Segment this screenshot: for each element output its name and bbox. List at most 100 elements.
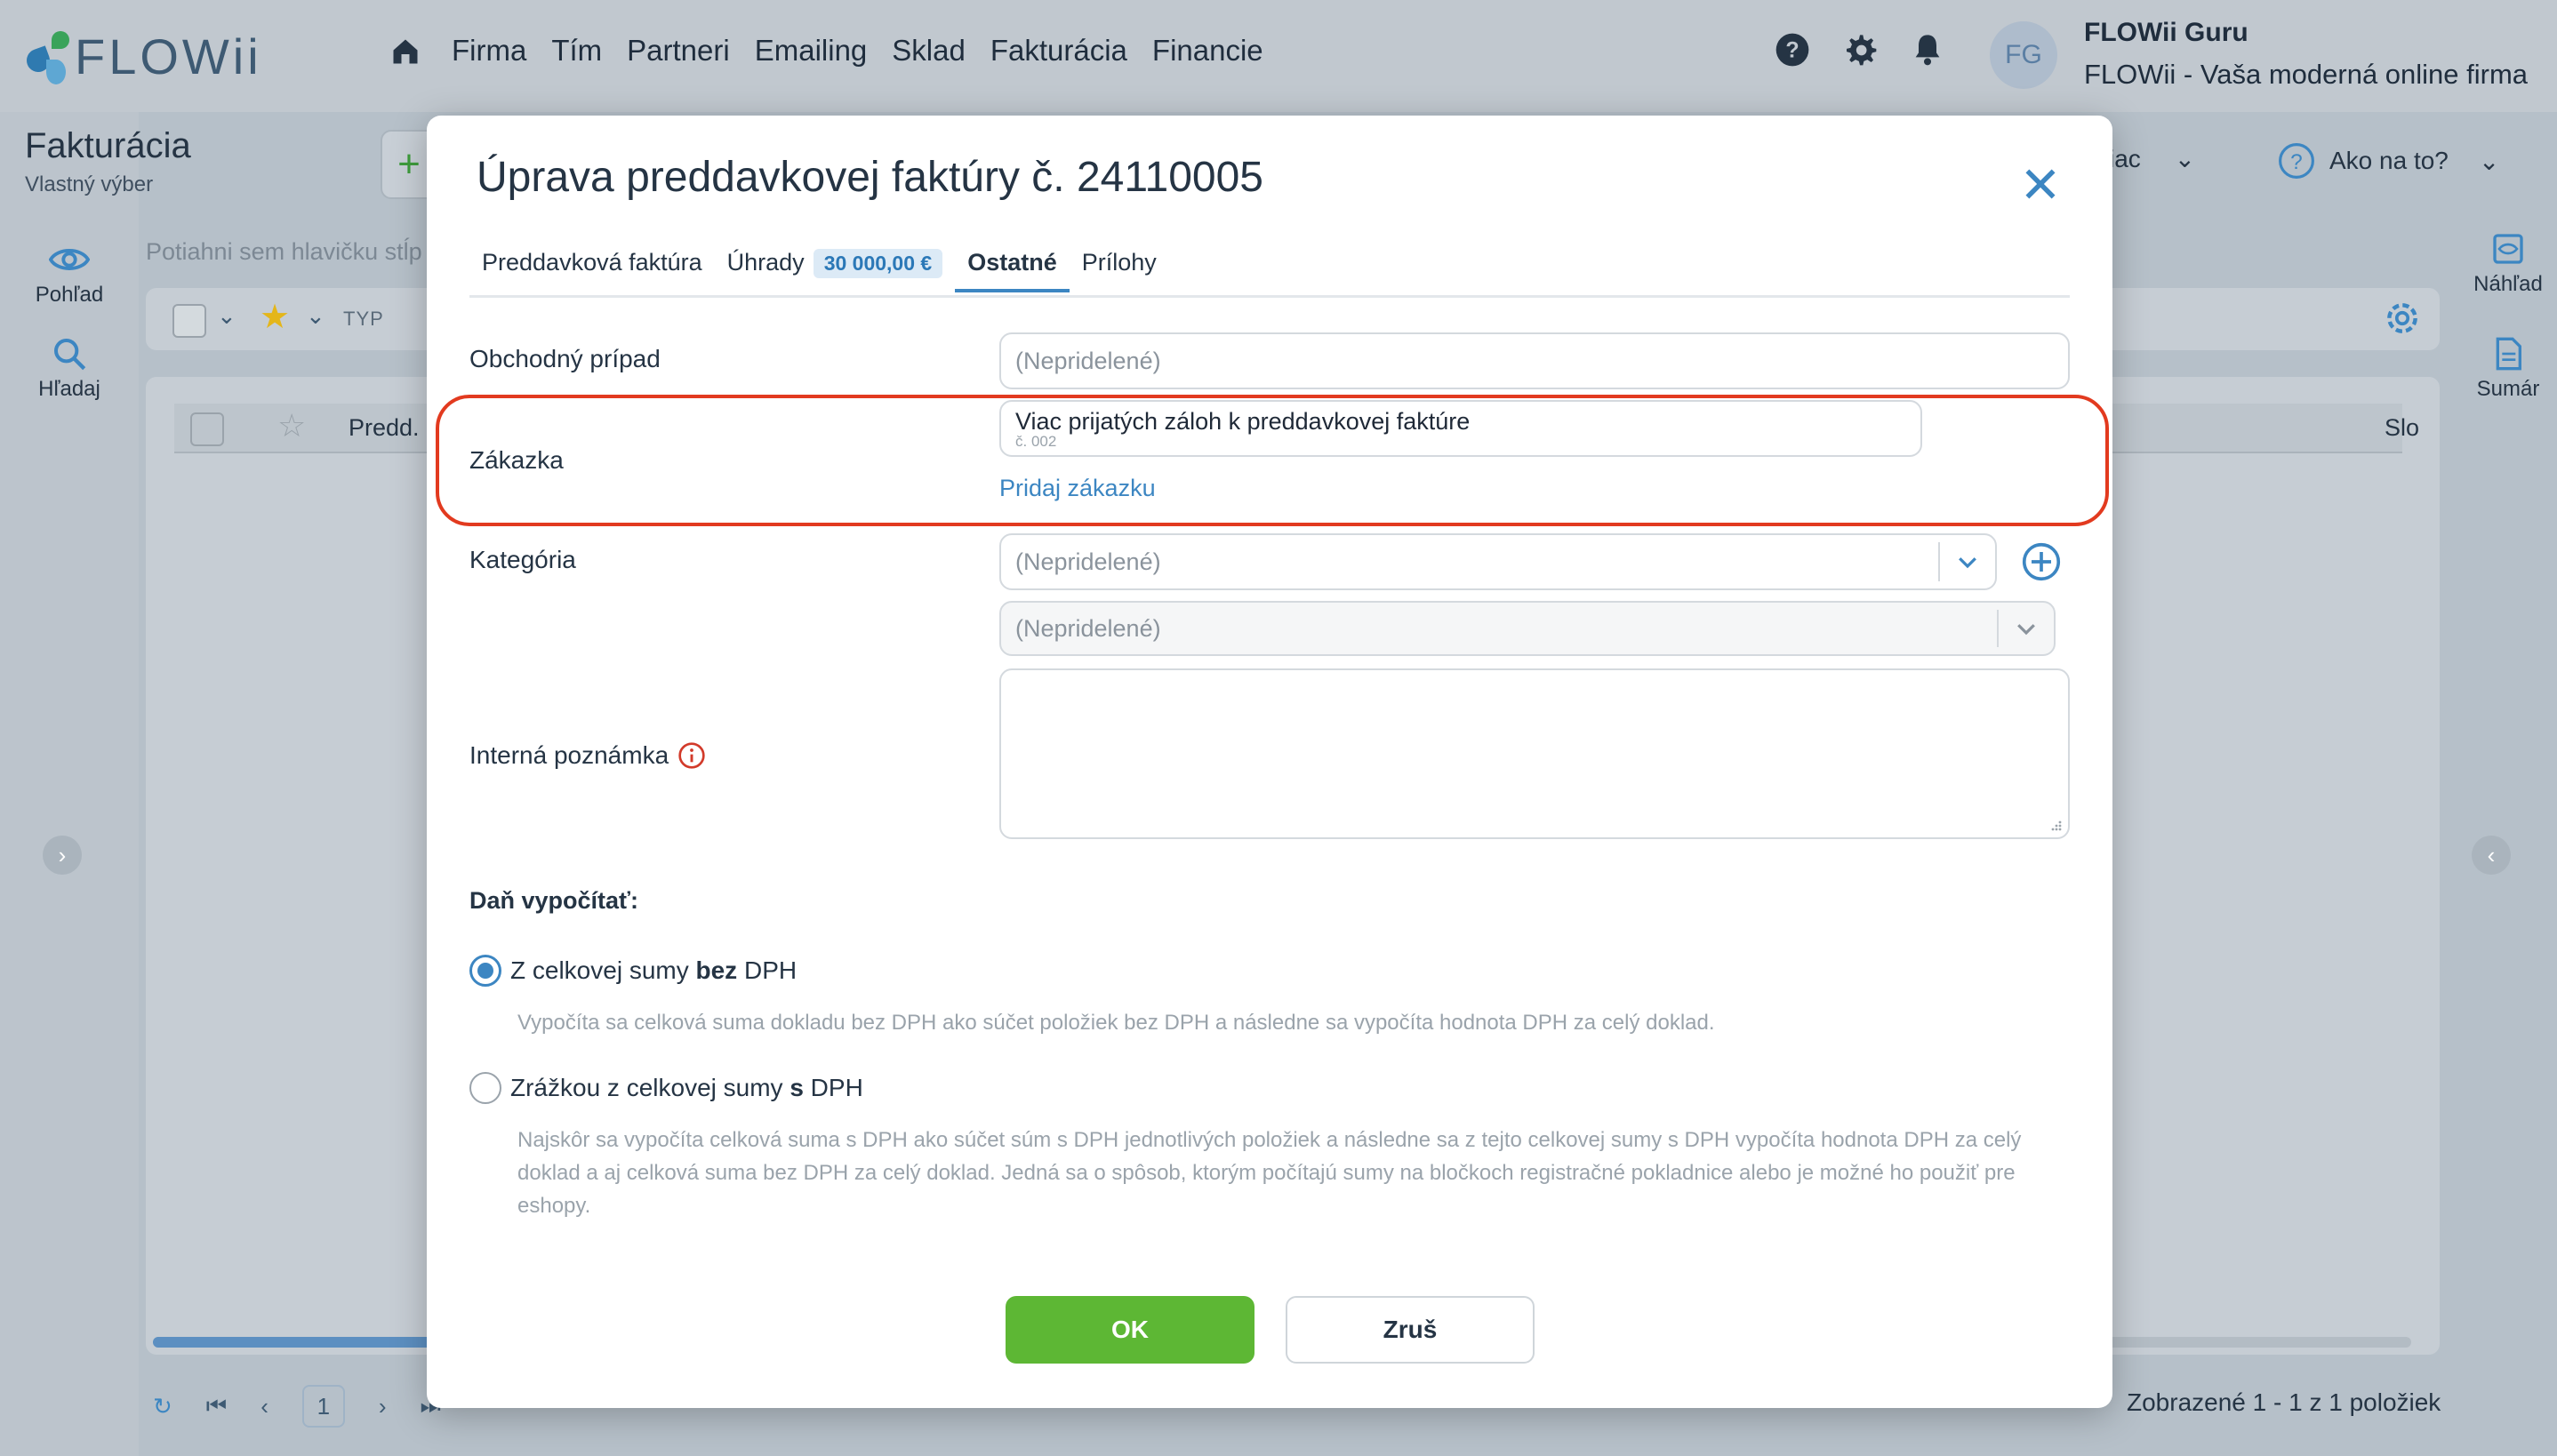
chevron-left-icon[interactable]: ‹	[2472, 836, 2511, 875]
tax-option-without-vat-desc: Vypočíta sa celková suma dokladu bez DPH…	[517, 1011, 1715, 1035]
dialog-tabs: Preddavková faktúra Úhrady 30 000,00 € O…	[469, 240, 2070, 298]
row-checkbox[interactable]	[190, 412, 224, 446]
business-case-placeholder: (Nepridelené)	[1015, 347, 1161, 374]
home-icon[interactable]	[389, 36, 421, 68]
avatar[interactable]: FG	[1990, 21, 2057, 89]
rail-nahlad-label: Náhľad	[2473, 272, 2543, 296]
tax-option-without-vat-radio[interactable]	[469, 955, 501, 987]
internal-note-textarea[interactable]	[999, 668, 2070, 839]
more-dropdown[interactable]: iac ⌄	[2109, 144, 2195, 173]
tab-label: Úhrady	[726, 249, 805, 276]
chevron-down-icon: ⌄	[2174, 145, 2196, 172]
tab-label: Ostatné	[967, 249, 1057, 276]
user-company: FLOWii - Vaša moderná online firma	[2084, 59, 2529, 90]
chevron-down-icon[interactable]	[1997, 610, 2054, 647]
label-part: DPH	[737, 956, 798, 984]
order-label: Zákazka	[469, 446, 564, 474]
question-circle-icon: ?	[2279, 143, 2314, 179]
pager: ↻ ⏮ ‹ 1 › ⏭	[153, 1385, 441, 1428]
logo-mark-icon	[23, 28, 69, 84]
items-summary: Zobrazené 1 - 1 z 1 položiek	[2127, 1388, 2441, 1416]
rail-pohlad[interactable]: Pohľad	[0, 242, 139, 308]
refresh-icon[interactable]: ↻	[153, 1393, 172, 1420]
chevron-down-icon[interactable]: ⌄	[306, 302, 325, 330]
prev-page-icon[interactable]: ‹	[261, 1393, 269, 1420]
subcategory-value: (Nepridelené)	[1015, 614, 1161, 642]
order-number: č. 002	[1015, 433, 1057, 450]
category-value: (Nepridelené)	[1015, 548, 1161, 575]
category-label: Kategória	[469, 546, 576, 573]
nav-firma[interactable]: Firma	[452, 34, 526, 68]
internal-note-label: Interná poznámka	[469, 741, 706, 770]
next-page-icon[interactable]: ›	[379, 1393, 387, 1420]
tab-uhrady[interactable]: Úhrady 30 000,00 €	[715, 240, 956, 292]
tax-option-with-vat-desc: Najskôr sa vypočíta celková suma s DPH a…	[517, 1128, 2022, 1218]
add-order-link[interactable]: Pridaj zákazku	[999, 475, 1156, 502]
select-all-checkbox[interactable]	[172, 304, 206, 338]
label-part: DPH	[803, 1074, 863, 1101]
column-predd[interactable]: Predd.	[349, 414, 420, 442]
internal-note-text: Interná poznámka	[469, 741, 669, 769]
nav-sklad[interactable]: Sklad	[892, 34, 966, 68]
rail-sumar-label: Sumár	[2476, 377, 2540, 401]
tab-label: Prílohy	[1081, 249, 1157, 276]
add-category-icon[interactable]	[2022, 542, 2061, 581]
tab-ostatne[interactable]: Ostatné	[955, 240, 1070, 292]
drop-hint: Potiahni sem hlavičku stĺp	[146, 238, 422, 265]
flowii-logo[interactable]: FLOWii	[23, 25, 262, 87]
search-icon	[54, 339, 86, 371]
category-select[interactable]: (Nepridelené)	[999, 533, 1997, 590]
edit-invoice-dialog: Úprava preddavkovej faktúry č. 24110005 …	[427, 116, 2112, 1408]
document-icon	[2496, 337, 2521, 371]
order-input[interactable]: Viac prijatých záloh k preddavkovej fakt…	[999, 400, 1922, 457]
tab-preddavkova-faktura[interactable]: Preddavková faktúra	[469, 240, 715, 292]
page-title: Fakturácia	[25, 126, 191, 165]
chevron-right-icon[interactable]: ›	[43, 836, 82, 875]
bell-icon[interactable]	[1910, 32, 1945, 68]
label-bold: s	[790, 1074, 804, 1101]
nav-financie[interactable]: Financie	[1152, 34, 1263, 68]
rail-hladaj[interactable]: Hľadaj	[0, 336, 139, 402]
nav-partneri[interactable]: Partneri	[627, 34, 730, 68]
business-case-label: Obchodný prípad	[469, 345, 661, 372]
tab-prilohy[interactable]: Prílohy	[1070, 240, 1169, 292]
logo-text: FLOWii	[75, 28, 262, 84]
tax-option-with-vat-label[interactable]: Zrážkou z celkovej sumy s DPH	[510, 1074, 863, 1102]
nav-emailing[interactable]: Emailing	[755, 34, 868, 68]
first-page-icon[interactable]: ⏮	[206, 1392, 227, 1420]
eye-icon	[49, 249, 90, 270]
subcategory-select[interactable]: (Nepridelené)	[999, 601, 2056, 656]
gear-icon[interactable]	[1842, 32, 1878, 68]
svg-text:?: ?	[2290, 150, 2303, 174]
plus-icon: +	[397, 142, 421, 186]
nav-tim[interactable]: Tím	[551, 34, 602, 68]
tax-option-with-vat-radio[interactable]	[469, 1072, 501, 1104]
page-number[interactable]: 1	[301, 1385, 345, 1428]
info-icon[interactable]	[677, 741, 706, 770]
rail-hladaj-label: Hľadaj	[38, 377, 100, 401]
svg-text:?: ?	[1785, 37, 1799, 62]
column-slo[interactable]: Slo	[2385, 414, 2419, 442]
chevron-down-icon[interactable]	[1938, 542, 1995, 581]
star-icon[interactable]: ★	[260, 297, 290, 337]
chevron-down-icon[interactable]: ⌄	[217, 302, 236, 330]
cancel-button[interactable]: Zruš	[1286, 1296, 1535, 1364]
close-icon[interactable]	[2018, 162, 2063, 206]
help-label: Ako na to?	[2329, 147, 2449, 174]
page-subtitle: Vlastný výber	[25, 172, 154, 196]
ok-button[interactable]: OK	[1006, 1296, 1254, 1364]
settings-gear-icon[interactable]	[2383, 299, 2422, 338]
help-dropdown[interactable]: ? Ako na to? ⌄	[2278, 142, 2499, 180]
resize-grip-icon[interactable]	[2048, 818, 2063, 832]
rail-sumar[interactable]: Sumár	[2459, 336, 2557, 402]
left-rail: Pohľad Hľadaj	[0, 112, 139, 1456]
top-bar: FLOWii Firma Tím Partneri Emailing Sklad…	[0, 0, 2557, 112]
nav-fakturacia[interactable]: Fakturácia	[990, 34, 1127, 68]
favorite-star-icon[interactable]: ☆	[277, 407, 306, 444]
business-case-input[interactable]: (Nepridelené)	[999, 332, 2070, 389]
help-icon[interactable]: ?	[1775, 32, 1810, 68]
rail-pohlad-label: Pohľad	[35, 283, 104, 307]
tax-option-without-vat-label[interactable]: Z celkovej sumy bez DPH	[510, 956, 797, 985]
rail-nahlad[interactable]: Náhľad	[2459, 231, 2557, 297]
more-label: iac	[2109, 145, 2141, 172]
